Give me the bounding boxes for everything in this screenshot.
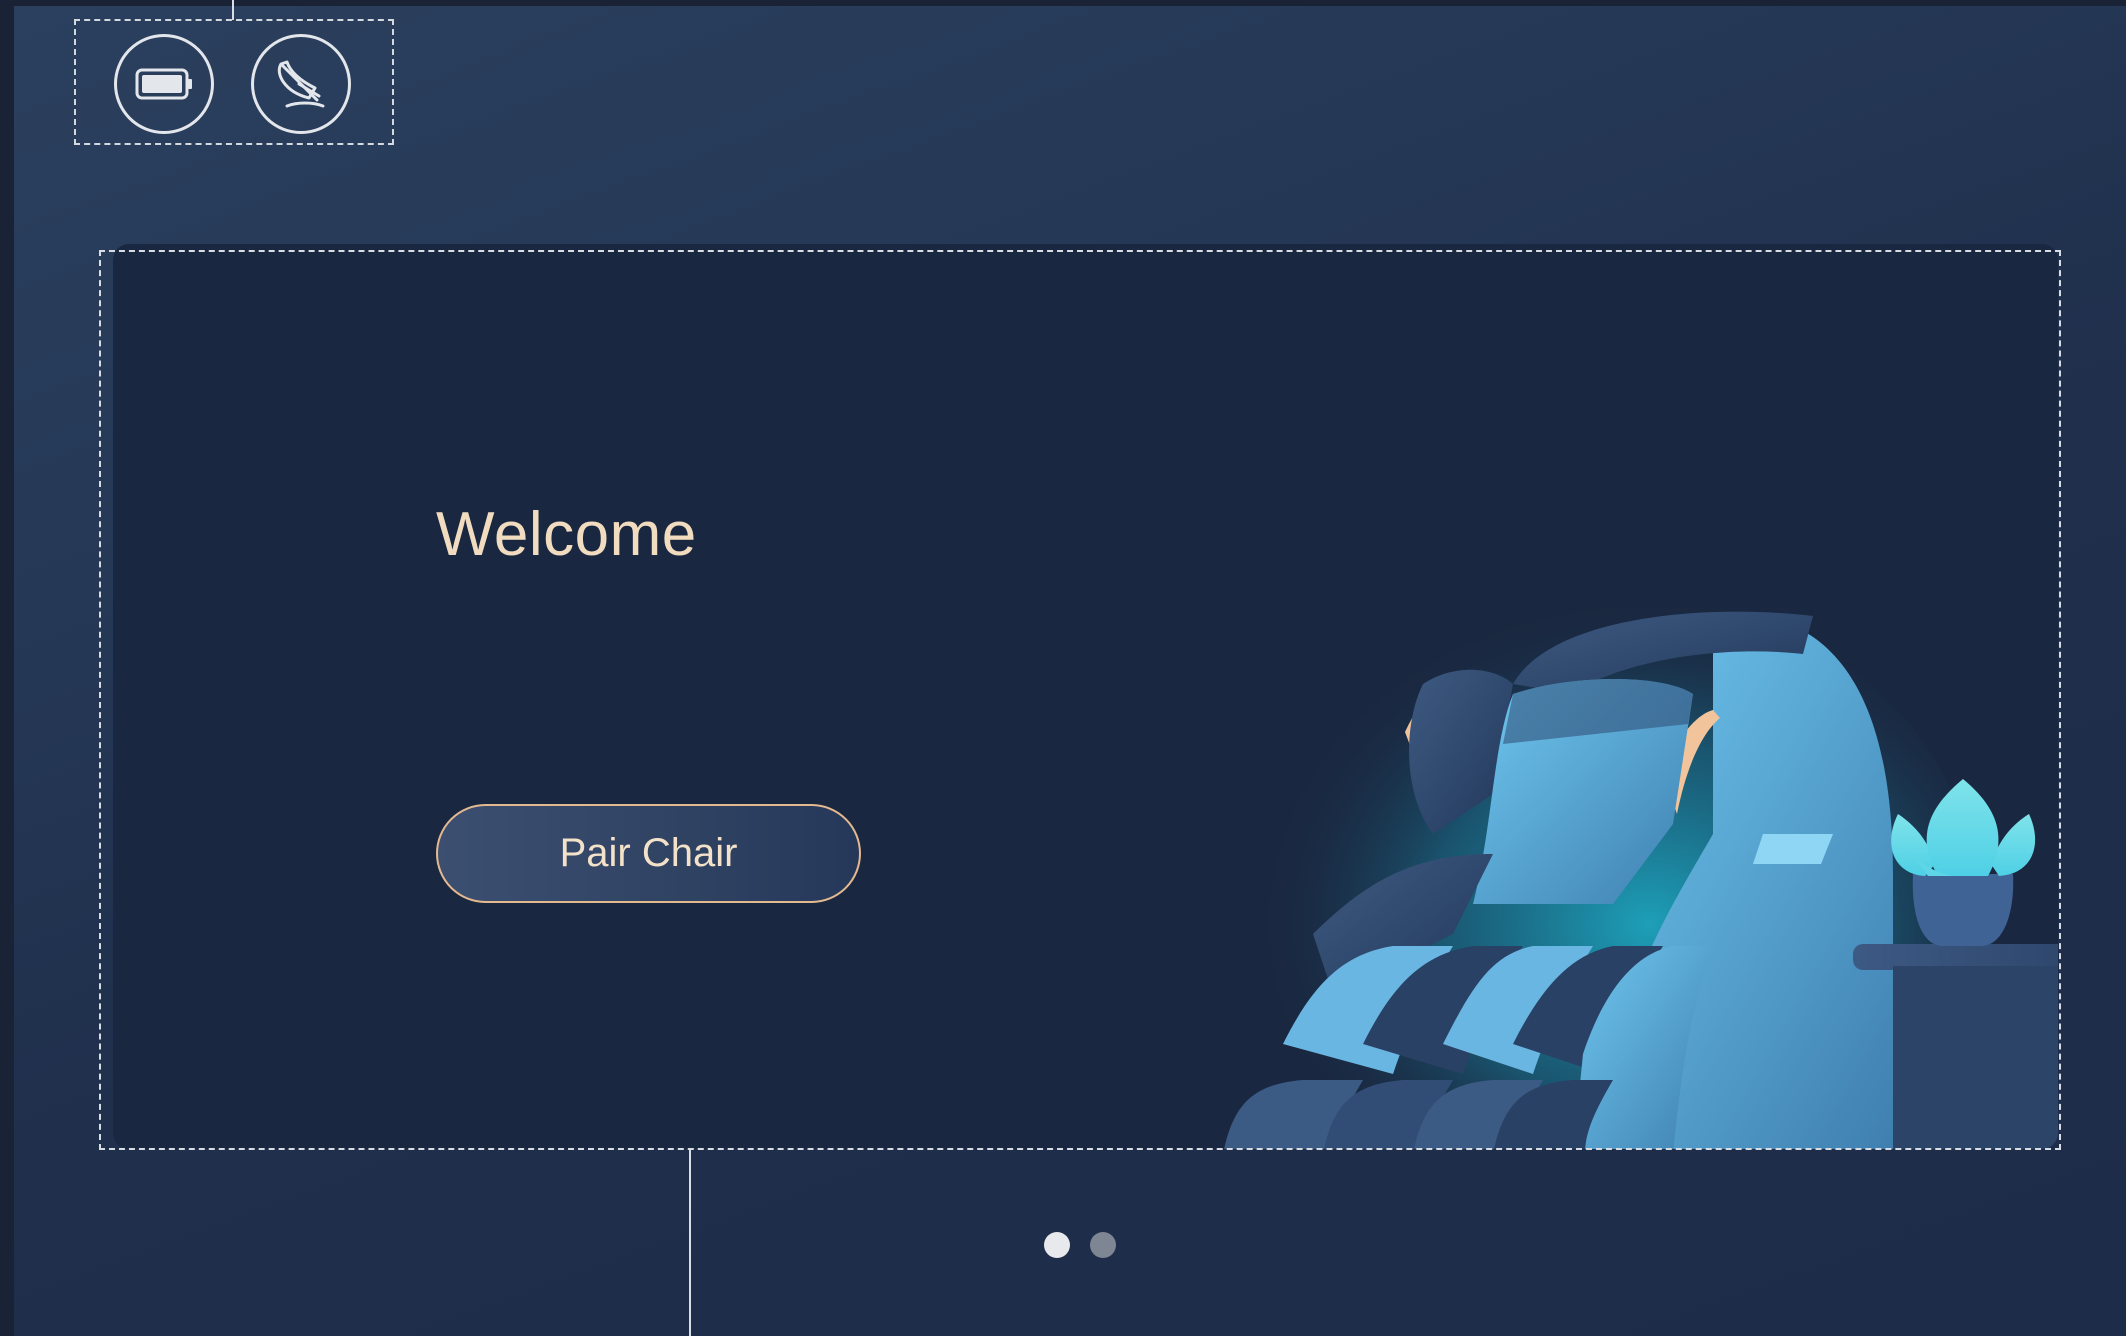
window-left-edge [0,0,14,1336]
guide-line [232,0,234,20]
welcome-heading: Welcome [436,500,697,569]
satellite-dish-icon [277,60,325,108]
carousel-dot-1[interactable] [1044,1232,1070,1258]
welcome-card: Welcome Pair Chair [113,244,2058,1149]
status-icon-group [74,19,394,145]
battery-icon [135,68,192,100]
carousel-pagination [1044,1232,1116,1258]
guide-line [689,1149,691,1336]
battery-button[interactable] [114,34,214,134]
pair-chair-button[interactable]: Pair Chair [436,804,861,903]
app-screen: Welcome Pair Chair [0,0,2126,1336]
window-top-edge [0,0,2126,6]
carousel-dot-2[interactable] [1090,1232,1116,1258]
connection-button[interactable] [251,34,351,134]
massage-chair-illustration [1224,594,2058,1149]
